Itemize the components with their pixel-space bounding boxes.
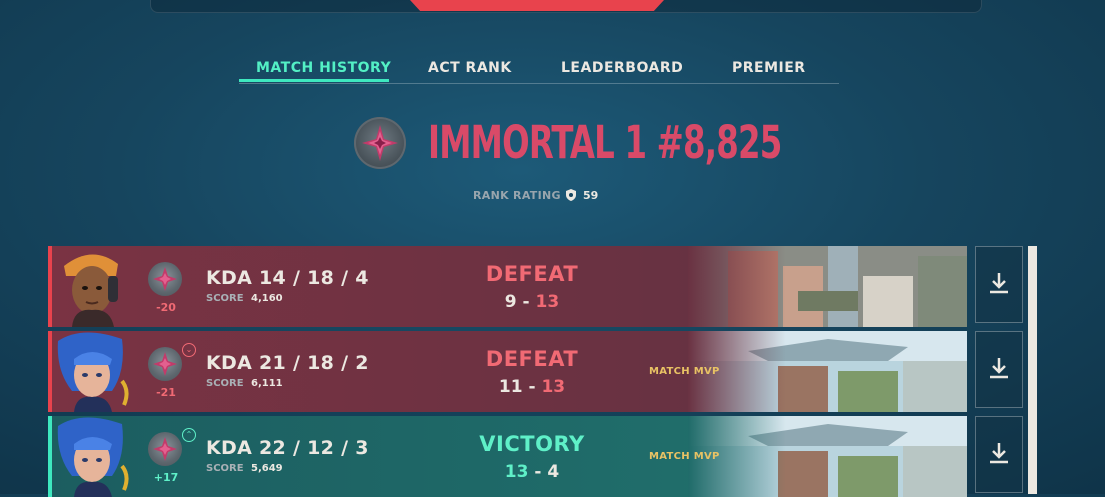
tab-bar: MATCH HISTORY ACT RANK LEADERBOARD PREMI…	[239, 58, 839, 84]
top-accent-bar	[410, 0, 664, 11]
tab-premier[interactable]: PREMIER	[732, 60, 806, 76]
score-label: SCORE	[206, 378, 244, 389]
score-separator: -	[528, 377, 536, 397]
scoreline: 13 - 4	[462, 462, 602, 482]
match-row[interactable]: ⌄ -21 KDA 21 / 18 / 2 SCORE 6,111 DEFEAT…	[48, 331, 967, 412]
tab-match-history[interactable]: MATCH HISTORY	[256, 60, 391, 76]
score-value: 4,160	[251, 293, 283, 304]
score-value: 6,111	[251, 378, 283, 389]
rr-change: +17	[153, 471, 179, 484]
agent-portrait-icon	[52, 416, 132, 497]
shield-icon	[564, 187, 578, 206]
enemy-score: 4	[547, 462, 560, 482]
match-mvp-badge: MATCH MVP	[649, 366, 720, 377]
download-icon	[986, 355, 1012, 385]
score-value: 5,649	[251, 463, 283, 474]
city-map-thumbnail	[688, 246, 967, 327]
active-tab-indicator	[239, 79, 389, 82]
download-button[interactable]	[975, 331, 1023, 408]
download-icon	[986, 270, 1012, 300]
immortal-rank-icon	[148, 347, 182, 381]
coastal-map-thumbnail	[688, 331, 967, 412]
coastal-map-thumbnail	[688, 416, 967, 497]
tab-leaderboard[interactable]: LEADERBOARD	[561, 60, 683, 76]
team-score: 13	[504, 462, 529, 482]
agent-portrait-icon	[52, 246, 132, 327]
download-button[interactable]	[975, 246, 1023, 323]
match-result: VICTORY	[479, 432, 585, 456]
enemy-score: 13	[541, 377, 566, 397]
score-separator: -	[534, 462, 542, 482]
kda-stat: KDA 22 / 12 / 3	[206, 437, 369, 459]
match-result: DEFEAT	[485, 262, 579, 286]
rank-rating-label: RANK RATING	[473, 189, 561, 202]
immortal-rank-icon	[148, 262, 182, 296]
rank-rating-value: 59	[583, 189, 599, 202]
download-button[interactable]	[975, 416, 1023, 493]
rr-change: -20	[156, 301, 176, 314]
rank-up-icon: ⌃	[182, 428, 196, 442]
score-label: SCORE	[206, 293, 244, 304]
download-icon	[986, 440, 1012, 470]
immortal-rank-icon	[354, 117, 406, 169]
rank-down-icon: ⌄	[182, 343, 196, 357]
tab-act-rank[interactable]: ACT RANK	[428, 60, 512, 76]
score-label: SCORE	[206, 463, 244, 474]
rr-change: -21	[156, 386, 176, 399]
kda-stat: KDA 21 / 18 / 2	[206, 352, 369, 374]
scoreline: 9 - 13	[462, 292, 602, 312]
immortal-rank-icon	[148, 432, 182, 466]
match-result: DEFEAT	[485, 347, 579, 371]
match-mvp-badge: MATCH MVP	[649, 451, 720, 462]
scoreline: 11 - 13	[462, 377, 602, 397]
scrollbar[interactable]	[1028, 246, 1037, 494]
team-score: 9	[504, 292, 517, 312]
score-separator: -	[522, 292, 530, 312]
agent-portrait-icon	[52, 331, 132, 412]
rank-title: IMMORTAL 1 #8,825	[428, 116, 782, 169]
team-score: 11	[498, 377, 523, 397]
match-row[interactable]: -20 KDA 14 / 18 / 4 SCORE 4,160 DEFEAT 9…	[48, 246, 967, 327]
match-row[interactable]: ⌃ +17 KDA 22 / 12 / 3 SCORE 5,649 VICTOR…	[48, 416, 967, 497]
enemy-score: 13	[535, 292, 560, 312]
kda-stat: KDA 14 / 18 / 4	[206, 267, 369, 289]
